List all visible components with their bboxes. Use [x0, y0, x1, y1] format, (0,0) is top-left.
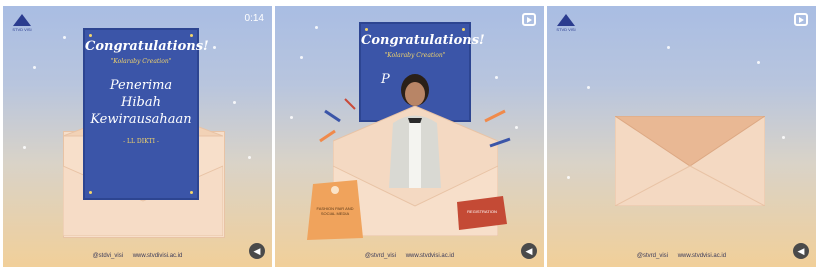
congratulations-card: Congratulations! "Kolaraby Creation" Pen…: [83, 28, 209, 200]
story-frame-3[interactable]: STVD VISI @stvrd_visi www.stvdvisi.ac.id…: [547, 6, 816, 267]
tag-right-text: REGISTRATION: [467, 209, 497, 214]
logo-triangle-icon: [13, 14, 31, 26]
footer-handle: @stdvi_visi: [92, 253, 124, 259]
footer: @stvrd_visi www.stvdvisi.ac.id: [547, 253, 816, 259]
card-line-1: Penerima: [109, 78, 173, 93]
card-heading: Congratulations!: [85, 39, 209, 54]
envelope-closed-icon: [615, 116, 765, 206]
card-subheading: "Kolaraby Creation": [384, 52, 446, 59]
footer-site: www.stvdivisi.ac.id: [132, 253, 183, 259]
reels-icon[interactable]: [794, 13, 808, 26]
card-heading: Congratulations!: [361, 33, 485, 48]
speaker-icon[interactable]: ◀: [793, 243, 809, 259]
logo: STVD VISI: [11, 14, 33, 34]
logo-triangle-icon: [557, 14, 575, 26]
person-photo: [389, 74, 441, 188]
card-line-2: Hibah: [121, 95, 161, 110]
footer-site: www.stvdvisi.ac.id: [677, 253, 727, 259]
story-frame-1[interactable]: STVD VISI 0:14 Congratulations! "Kolarab…: [3, 6, 272, 267]
footer-handle: @stvrd_visi: [364, 253, 397, 259]
logo-text: STVD VISI: [556, 27, 576, 32]
reels-icon[interactable]: [522, 13, 536, 26]
footer-site: www.stvdvisi.ac.id: [405, 253, 455, 259]
logo: STVD VISI: [555, 14, 577, 34]
footer: @stdvi_visi www.stvdivisi.ac.id: [3, 253, 272, 259]
story-frame-2[interactable]: Congratulations! "Kolaraby Creation" P F…: [275, 6, 544, 267]
speaker-icon[interactable]: ◀: [521, 243, 537, 259]
footer: @stvrd_visi www.stvdvisi.ac.id: [275, 253, 544, 259]
card-footer: - LL DIKTI -: [123, 138, 159, 145]
tag-left-text: FASHION PAIR AND SOCIAL MEDIA: [316, 206, 354, 216]
card-subheading: "Kolaraby Creation": [110, 58, 172, 65]
video-timer: 0:14: [244, 13, 264, 24]
footer-handle: @stvrd_visi: [636, 253, 669, 259]
card-line-3: Kewirausahaan: [90, 112, 192, 127]
logo-text: STVD VISI: [12, 27, 32, 32]
speaker-icon[interactable]: ◀: [249, 243, 265, 259]
